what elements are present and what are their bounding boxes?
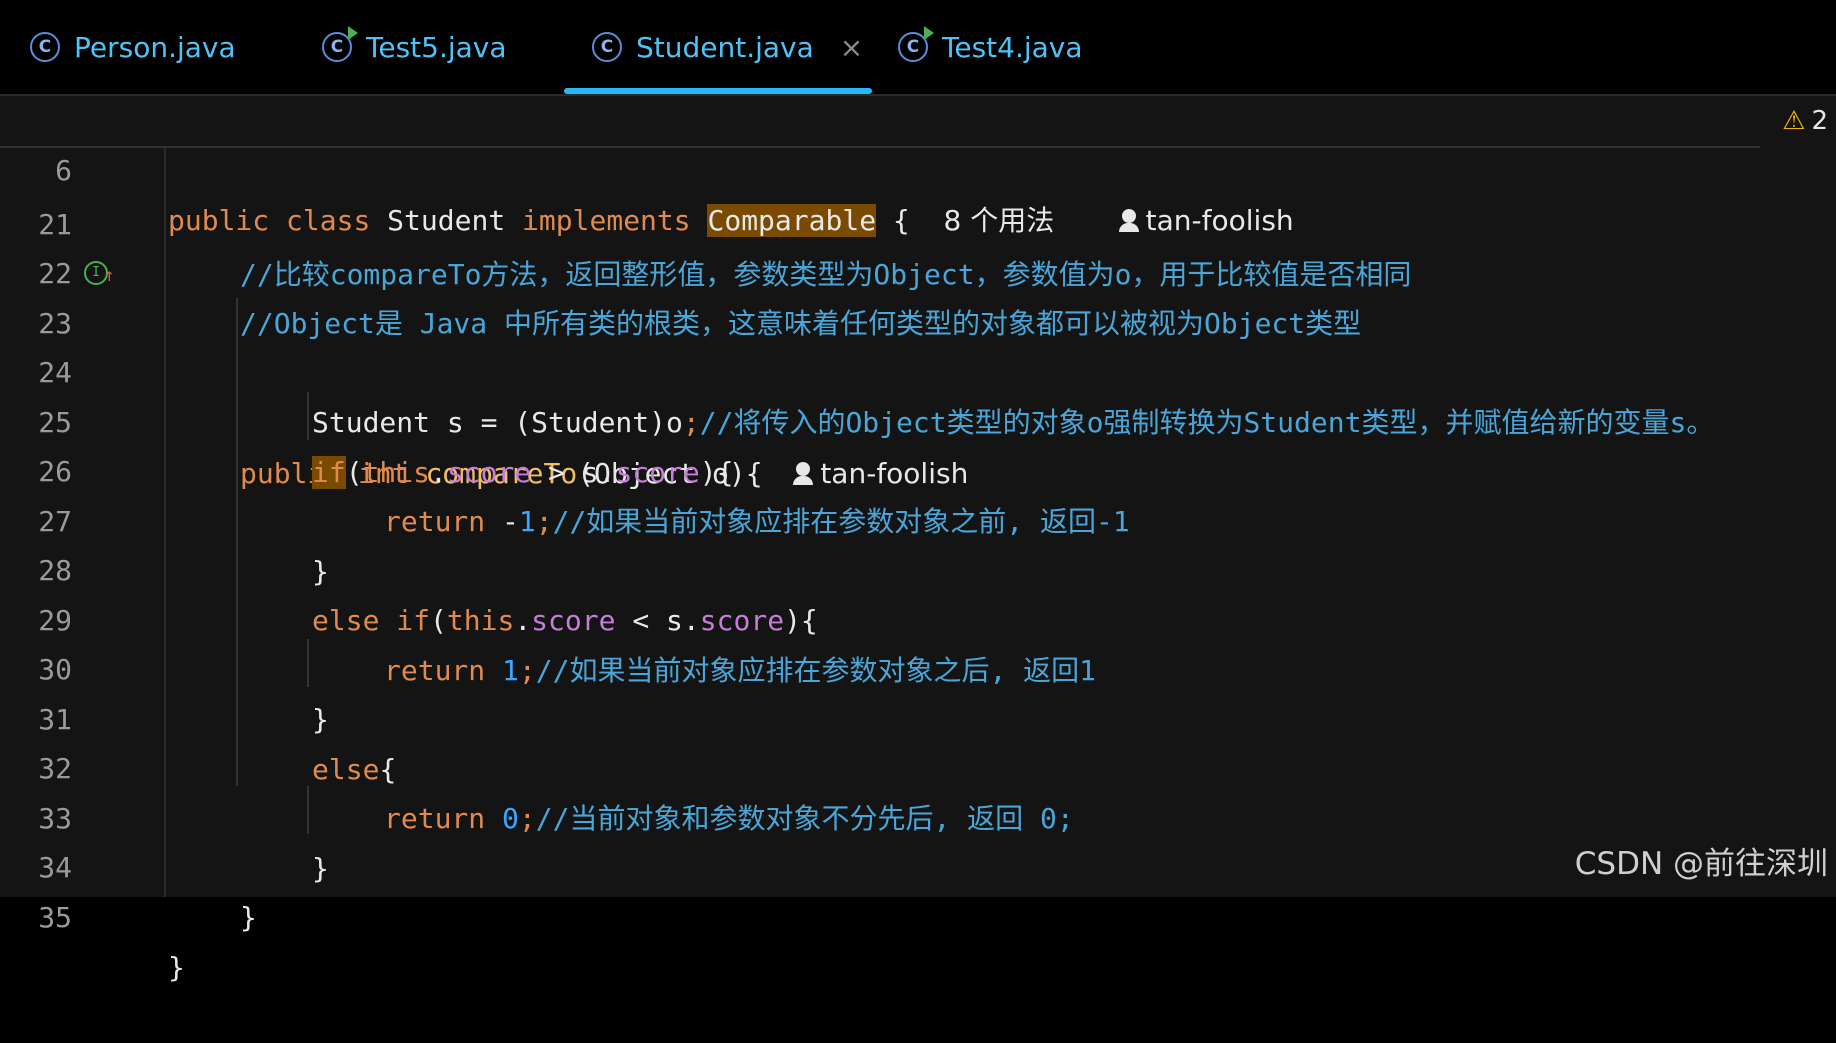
- code-line[interactable]: 24 Student s = (Student)o;//将传入的Object类型…: [0, 298, 1836, 439]
- code-editor[interactable]: 6 public class Student implements Compar…: [0, 96, 1836, 984]
- runnable-class-icon: C: [898, 26, 934, 62]
- code-line[interactable]: 35 }: [0, 843, 1836, 984]
- code-text: }: [240, 901, 257, 934]
- close-icon[interactable]: ×: [840, 31, 863, 64]
- tab-person-java[interactable]: C Person.java: [30, 0, 236, 94]
- runnable-class-icon: C: [322, 26, 358, 62]
- warning-indicator[interactable]: ⚠ 2: [1782, 96, 1828, 146]
- line-number: 35: [38, 901, 72, 934]
- code-line[interactable]: 25 if(this.score > s.score){: [0, 348, 1836, 489]
- code-line[interactable]: 31 else{: [0, 645, 1836, 786]
- code-line[interactable]: 27 }: [0, 447, 1836, 588]
- class-icon: C: [592, 32, 622, 62]
- warning-count: 2: [1811, 106, 1828, 136]
- tab-test4-java[interactable]: C Test4.java: [898, 0, 1083, 94]
- warning-icon: ⚠: [1782, 106, 1806, 136]
- code-line[interactable]: 30 }: [0, 595, 1836, 736]
- watermark: CSDN @前往深圳: [1574, 846, 1828, 882]
- editor-tab-bar: C Person.java C Test5.java C Student.jav…: [0, 0, 1836, 96]
- class-icon: C: [30, 32, 60, 62]
- tab-test5-java[interactable]: C Test5.java: [322, 0, 507, 94]
- code-line[interactable]: 29 return 1;//如果当前对象应排在参数对象之后, 返回1: [0, 546, 1836, 687]
- code-line[interactable]: 28 else if(this.score < s.score){: [0, 496, 1836, 637]
- tab-label: Student.java: [636, 30, 814, 64]
- code-line[interactable]: 22 //Object是 Java 中所有类的根类，这意味着任何类型的对象都可以…: [0, 199, 1836, 340]
- code-text: }: [168, 951, 185, 984]
- active-tab-indicator: [564, 88, 872, 94]
- tab-student-java[interactable]: C Student.java ×: [592, 0, 863, 94]
- code-line[interactable]: 26 return -1;//如果当前对象应排在参数对象之前, 返回-1: [0, 397, 1836, 538]
- sticky-class-header[interactable]: 6 public class Student implements Compar…: [0, 96, 1760, 237]
- code-line[interactable]: 23 I ↑ public int compareTo(Object o){ t…: [0, 249, 1836, 490]
- tab-label: Person.java: [74, 30, 236, 64]
- arrow-up-icon: ↑: [104, 265, 115, 286]
- tab-label: Test5.java: [366, 30, 507, 64]
- tab-label: Test4.java: [942, 30, 1083, 64]
- code-line[interactable]: 21 //比较compareTo方法，返回整形值，参数类型为Object，参数值…: [0, 150, 1836, 291]
- code-line[interactable]: 34 }: [0, 793, 1836, 934]
- code-line[interactable]: 32 return 0;//当前对象和参数对象不分先后, 返回 0;: [0, 694, 1836, 835]
- code-line[interactable]: 33 }: [0, 744, 1836, 885]
